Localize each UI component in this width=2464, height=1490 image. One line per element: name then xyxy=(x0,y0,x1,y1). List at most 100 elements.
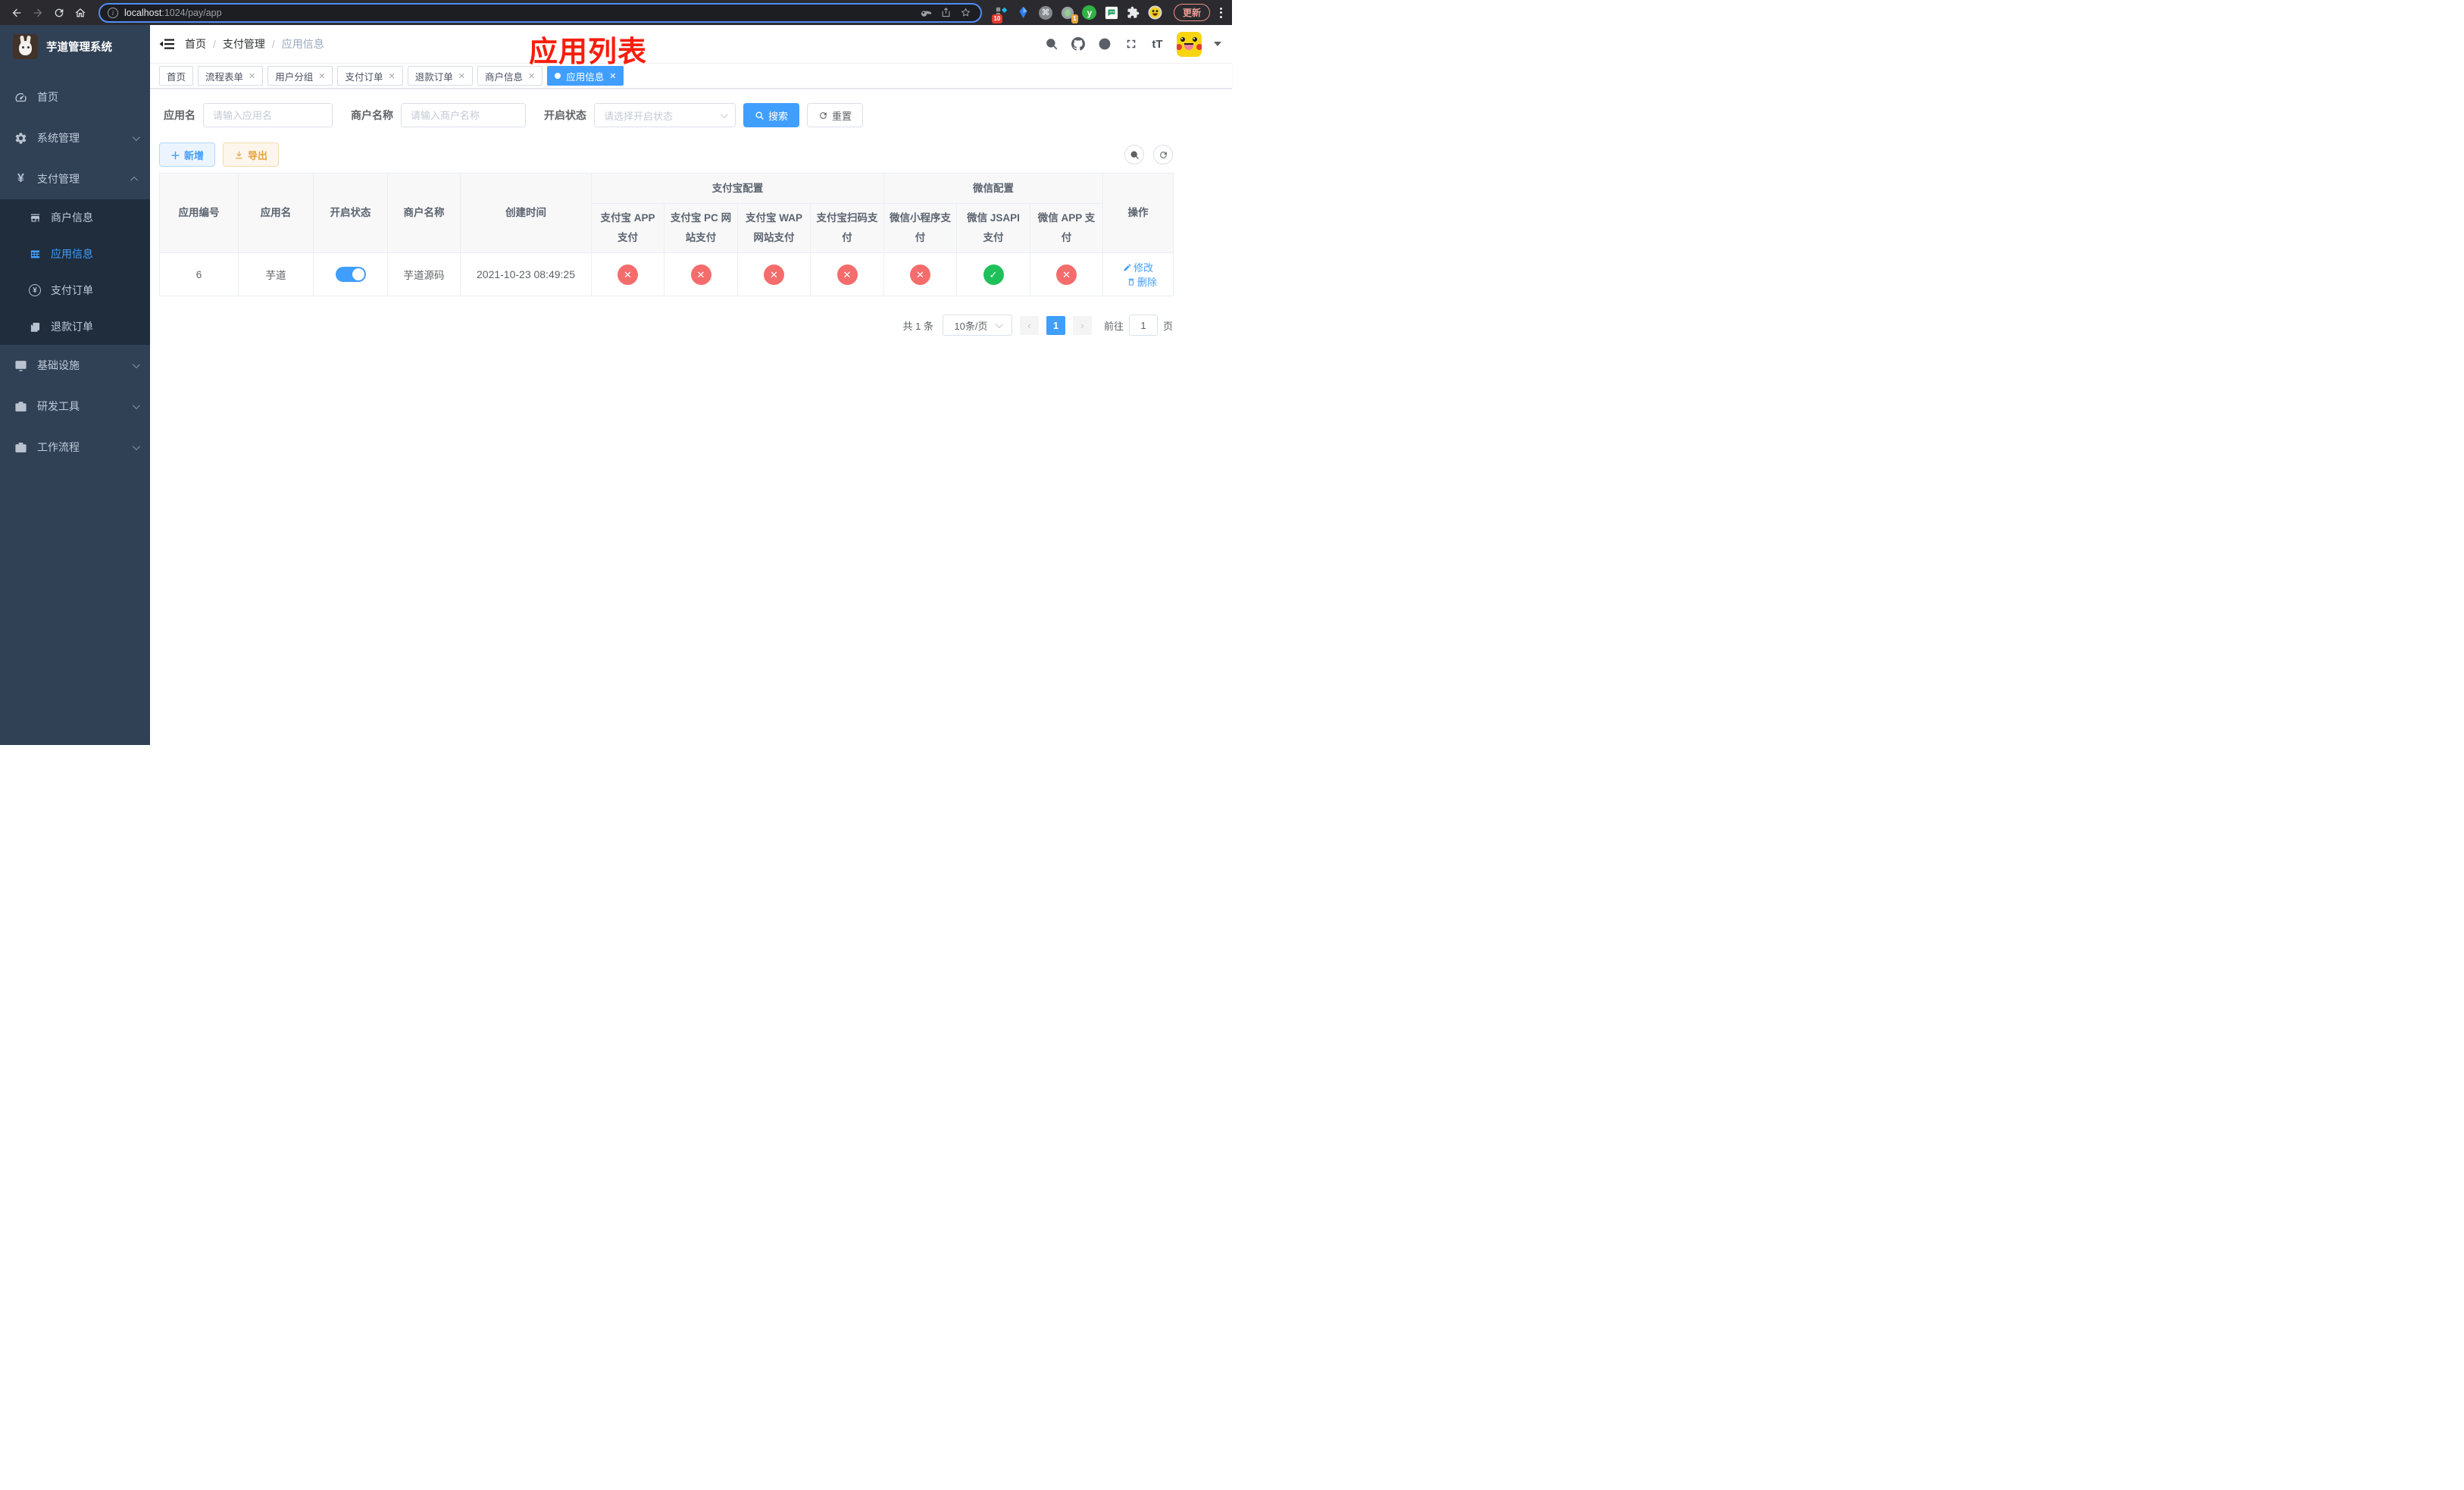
breadcrumb-separator: / xyxy=(271,38,275,50)
header-group-alipay: 支付宝配置 xyxy=(591,173,884,204)
site-info-icon[interactable]: i xyxy=(108,7,118,18)
pagination: 共 1 条 10条/页 ‹ 1 › 前往 页 xyxy=(159,315,1173,336)
header-cell-wx-app: 微信 APP 支付 xyxy=(1029,203,1104,253)
collapse-sidebar-icon[interactable] xyxy=(159,36,174,52)
add-button[interactable]: ＋新增 xyxy=(159,142,216,167)
tab-process-form[interactable]: 流程表单 ✕ xyxy=(198,66,264,86)
sidebar-item-workflow[interactable]: 工作流程 xyxy=(0,427,150,468)
tab-merchant-info[interactable]: 商户信息 ✕ xyxy=(477,66,543,86)
breadcrumb-home[interactable]: 首页 xyxy=(185,36,206,52)
back-icon[interactable] xyxy=(8,4,26,22)
goto-label: 前往 xyxy=(1103,320,1124,332)
address-bar[interactable]: i localhost:1024/pay/app xyxy=(98,2,982,23)
delete-button[interactable]: 删除 xyxy=(1127,274,1157,289)
fullscreen-icon[interactable] xyxy=(1124,37,1138,52)
merchant-name-input[interactable] xyxy=(401,103,526,127)
header-cell-alipay-app: 支付宝 APP 支付 xyxy=(591,203,664,253)
profile-avatar-icon[interactable] xyxy=(1148,5,1163,20)
user-menu-caret-icon[interactable] xyxy=(1214,42,1221,46)
table-row: 6 芋道 芋道源码 2021-10-23 08:49:25 ✕ ✕ ✕ ✕ ✕ xyxy=(159,252,1174,296)
cell-merchant: 芋道源码 xyxy=(387,252,461,296)
table-toolbar: ＋新增 导出 xyxy=(159,142,1173,167)
next-page-button[interactable]: › xyxy=(1072,315,1092,335)
app-name-label: 应用名 xyxy=(164,109,195,121)
reset-button[interactable]: 重置 xyxy=(807,103,864,127)
password-key-icon[interactable] xyxy=(920,6,933,20)
sidebar-item-refund-orders[interactable]: 退款订单 xyxy=(0,308,150,345)
extensions-puzzle-icon[interactable] xyxy=(1126,5,1141,20)
sidebar-item-home[interactable]: 首页 xyxy=(0,77,150,117)
extension-y-icon[interactable]: y xyxy=(1082,5,1097,20)
page-size-select[interactable]: 10条/页 xyxy=(942,315,1012,336)
header-cell-alipay-wap: 支付宝 WAP 网站支付 xyxy=(737,203,811,253)
edit-button[interactable]: 修改 xyxy=(1123,260,1153,274)
sidebar-item-payment[interactable]: ¥ 支付管理 xyxy=(0,158,150,199)
logo-avatar xyxy=(13,33,38,59)
extension-command-icon[interactable]: ⌘ xyxy=(1038,5,1053,20)
close-icon[interactable]: ✕ xyxy=(528,71,535,81)
export-button[interactable]: 导出 xyxy=(223,142,280,167)
user-avatar[interactable] xyxy=(1177,31,1202,57)
header-cell-created: 创建时间 xyxy=(460,173,592,253)
toggle-search-icon[interactable] xyxy=(1124,145,1144,164)
tab-user-group[interactable]: 用户分组 ✕ xyxy=(267,66,333,86)
update-button[interactable]: 更新 xyxy=(1173,4,1210,21)
extension-grid-icon[interactable]: 10 xyxy=(991,5,1009,23)
sidebar-menu: 首页 系统管理 ¥ 支付管理 商户信息 应用信息 ¥ 支付订单 退款订单 基础设… xyxy=(0,67,150,468)
search-icon[interactable] xyxy=(1044,37,1058,52)
extension-kite-icon[interactable] xyxy=(1016,5,1031,20)
header-cell-name: 应用名 xyxy=(238,173,314,253)
tab-pay-orders[interactable]: 支付订单 ✕ xyxy=(337,66,403,86)
goto-page-input[interactable] xyxy=(1128,315,1158,336)
app-title: 芋道管理系统 xyxy=(46,41,112,54)
share-icon[interactable] xyxy=(940,6,953,20)
sidebar-item-devtools[interactable]: 研发工具 xyxy=(0,386,150,427)
close-icon[interactable]: ✕ xyxy=(389,71,396,81)
browser-menu-icon[interactable] xyxy=(1218,7,1224,18)
app-name-input[interactable] xyxy=(203,103,333,127)
close-icon[interactable]: ✕ xyxy=(458,71,465,81)
tab-refund-orders[interactable]: 退款订单 ✕ xyxy=(407,66,473,86)
reload-icon[interactable] xyxy=(50,4,68,22)
documents-icon xyxy=(29,321,41,333)
header-cell-wx-jsapi: 微信 JSAPI 支付 xyxy=(956,203,1030,253)
header-cell-status: 开启状态 xyxy=(313,173,388,253)
font-size-icon[interactable]: tT xyxy=(1150,37,1165,52)
header-cell-alipay-qr: 支付宝扫码支付 xyxy=(810,203,884,253)
status-select[interactable]: 请选择开启状态 xyxy=(594,103,736,127)
extension-avatar-icon[interactable]: 1 xyxy=(1060,5,1078,23)
tab-app-info[interactable]: 应用信息 ✕ xyxy=(547,66,624,86)
breadcrumb-separator: / xyxy=(213,38,216,50)
home-icon[interactable] xyxy=(71,4,89,22)
github-icon[interactable] xyxy=(1071,37,1085,52)
chevron-down-icon xyxy=(132,360,140,368)
close-icon[interactable]: ✕ xyxy=(609,71,616,81)
forward-icon[interactable] xyxy=(29,4,47,22)
sidebar-item-app-info[interactable]: 应用信息 xyxy=(0,236,150,272)
pencil-icon xyxy=(1124,263,1131,271)
help-icon[interactable] xyxy=(1097,37,1112,52)
close-icon[interactable]: ✕ xyxy=(249,71,255,81)
sidebar-item-pay-orders[interactable]: ¥ 支付订单 xyxy=(0,272,150,308)
alipay-qr-status-icon: ✕ xyxy=(836,264,858,285)
tab-home[interactable]: 首页 xyxy=(159,66,194,86)
close-icon[interactable]: ✕ xyxy=(318,71,325,81)
cell-status xyxy=(313,252,388,296)
briefcase-icon xyxy=(14,441,27,454)
refresh-icon[interactable] xyxy=(1153,145,1173,164)
sidebar-item-infra[interactable]: 基础设施 xyxy=(0,345,150,386)
app-logo[interactable]: 芋道管理系统 xyxy=(0,25,150,67)
breadcrumb-payment[interactable]: 支付管理 xyxy=(223,36,265,52)
status-toggle[interactable] xyxy=(335,267,366,282)
sidebar-item-system[interactable]: 系统管理 xyxy=(0,117,150,158)
cell-created: 2021-10-23 08:49:25 xyxy=(460,252,592,296)
search-button[interactable]: 搜索 xyxy=(743,103,800,127)
screen: i localhost:1024/pay/app 10 ⌘ 1 y 更新 芋道管… xyxy=(0,0,1232,745)
toolbox-icon xyxy=(14,400,27,413)
current-page-button[interactable]: 1 xyxy=(1046,315,1065,335)
extension-chat-icon[interactable] xyxy=(1104,5,1119,20)
monitor-check-icon xyxy=(14,359,27,372)
sidebar-item-merchant-info[interactable]: 商户信息 xyxy=(0,199,150,236)
prev-page-button[interactable]: ‹ xyxy=(1019,315,1039,335)
bookmark-star-icon[interactable] xyxy=(959,6,973,20)
